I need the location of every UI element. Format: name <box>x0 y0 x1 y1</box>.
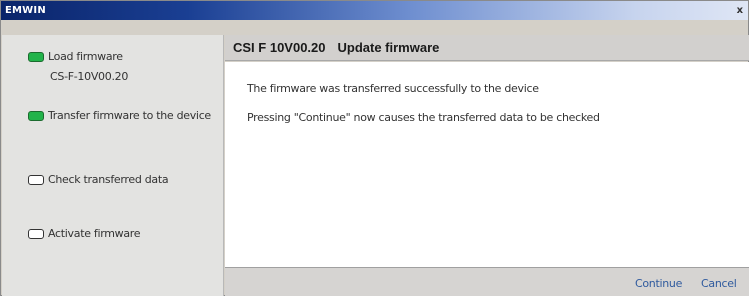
close-icon[interactable]: x <box>734 4 746 17</box>
step-done-indicator-icon <box>28 111 44 121</box>
device-name: CSI F 10V00.20 <box>233 40 326 55</box>
step-pending-indicator-icon <box>28 175 44 185</box>
transfer-success-message: The firmware was transferred successfull… <box>247 82 539 95</box>
step-sidebar: Load firmware CS-F-10V00.20 Transfer fir… <box>2 35 224 296</box>
step-label: Check transferred data <box>48 173 169 186</box>
continue-button[interactable]: Continue <box>635 277 682 290</box>
cancel-button[interactable]: Cancel <box>701 277 737 290</box>
step-pending-indicator-icon <box>28 229 44 239</box>
step-label: Load firmware <box>48 50 123 63</box>
action-bar: Continue Cancel <box>225 267 749 296</box>
loaded-firmware-version: CS-F-10V00.20 <box>50 70 129 83</box>
window-title: EMWIN <box>5 5 46 16</box>
message-panel: The firmware was transferred successfull… <box>225 62 749 267</box>
page-title: CSI F 10V00.20 Update firmware <box>225 35 749 61</box>
step-label: Activate firmware <box>48 227 141 240</box>
step-label: Transfer firmware to the device <box>48 109 211 122</box>
firmware-update-window: EMWIN x Load firmware CS-F-10V00.20 Tran… <box>0 0 749 296</box>
continue-instruction-message: Pressing "Continue" now causes the trans… <box>247 111 600 124</box>
step-done-indicator-icon <box>28 52 44 62</box>
title-bar[interactable]: EMWIN x <box>1 1 748 20</box>
page-heading: Update firmware <box>337 40 440 55</box>
